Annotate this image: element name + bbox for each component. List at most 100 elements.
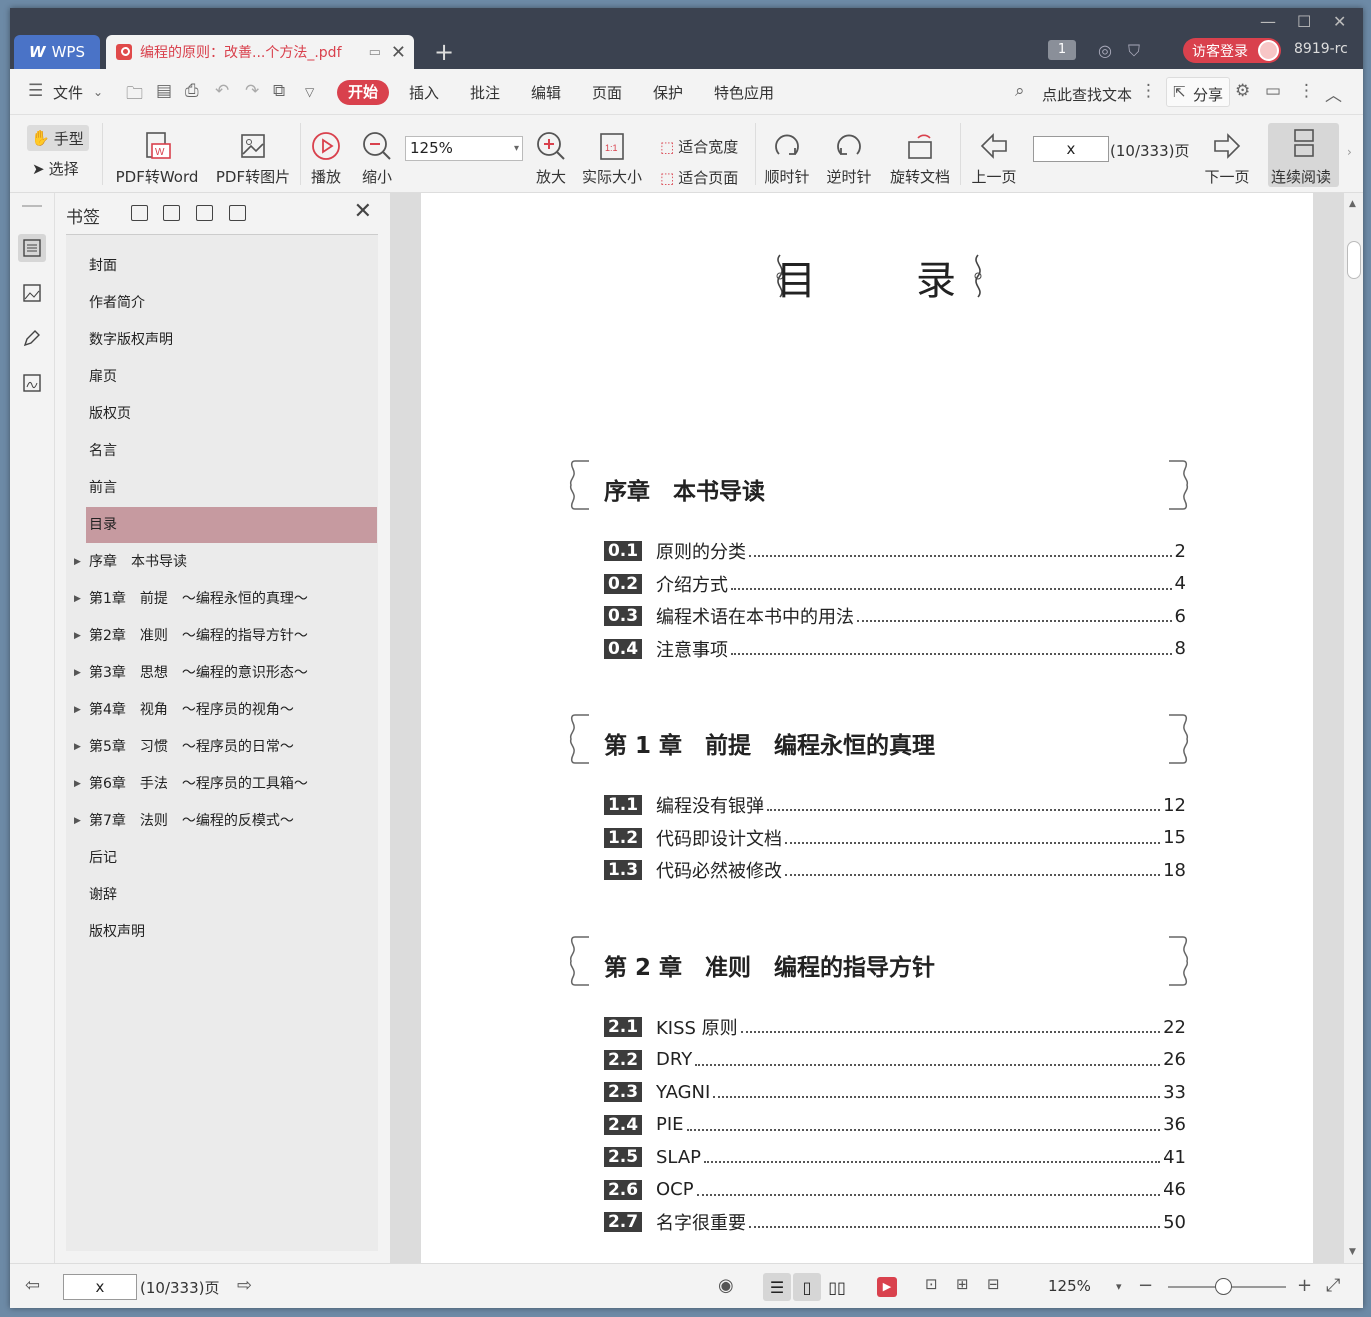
zoom-plus-icon[interactable]: + (1297, 1275, 1312, 1296)
tab-edit[interactable]: 编辑 (531, 82, 561, 103)
expand-arrow-icon[interactable]: ▶ (74, 544, 81, 580)
toc-entry[interactable]: 0.1 原则的分类 2 (604, 540, 1186, 563)
vertical-scrollbar[interactable]: ▲ ▼ (1344, 193, 1363, 1263)
zoom-dropdown-icon[interactable]: ▾ (1116, 1280, 1122, 1293)
bookmark-item[interactable]: ▶ 第6章 手法 ～程序员的工具箱～ (74, 766, 377, 802)
collapse-ribbon-icon[interactable]: ︿ (1325, 81, 1342, 106)
monitor-icon[interactable]: ▭ (369, 45, 381, 60)
expand-arrow-icon[interactable]: ▶ (74, 729, 81, 765)
export-icon[interactable]: ⧉ (273, 81, 285, 101)
bookmark-item[interactable]: ▶ 第2章 准则 ～编程的指导方针～ (74, 618, 377, 654)
bookmark-item[interactable]: 后记 (86, 840, 377, 876)
scroll-up-icon[interactable]: ▲ (1349, 199, 1356, 209)
hamburger-icon[interactable]: ☰ (28, 81, 43, 101)
more-chevron-icon[interactable]: ▽ (305, 85, 314, 99)
fullscreen-icon[interactable]: ⤢ (1326, 1275, 1340, 1296)
fit-page-button[interactable]: ⬚ 适合页面 (660, 167, 738, 188)
pdf-to-image-button[interactable]: PDF转图片 (213, 115, 293, 193)
search-text-button[interactable]: 点此查找文本 (1042, 84, 1132, 105)
window-count-badge[interactable]: 1 (1048, 40, 1076, 60)
bookmark-item[interactable]: ▶ 第7章 法则 ～编程的反模式～ (74, 803, 377, 839)
bookmark-item[interactable]: ▶ 第4章 视角 ～程序员的视角～ (74, 692, 377, 728)
new-tab-icon[interactable]: + (434, 38, 454, 66)
bookmarks-panel-button[interactable] (18, 234, 46, 262)
document-tab[interactable]: 编程的原则：改善...个方法_.pdf ▭ ✕ (106, 35, 414, 69)
select-tool-button[interactable]: ➤ 选择 (32, 158, 79, 179)
minimize-icon[interactable]: — (1260, 12, 1276, 31)
two-page-view-button[interactable]: ▯▯ (823, 1273, 851, 1301)
scrollbar-thumb[interactable] (1347, 241, 1361, 279)
close-window-icon[interactable]: ✕ (1333, 12, 1346, 31)
bookmark-item[interactable]: 目录 (86, 507, 377, 543)
collapse-all-icon[interactable] (163, 205, 180, 221)
expand-arrow-icon[interactable]: ▶ (74, 803, 81, 839)
shirt-icon[interactable]: ⛉ (1128, 41, 1140, 61)
continuous-reading-button[interactable]: 连续阅读 (1268, 123, 1339, 187)
redo-icon[interactable]: ↷ (245, 81, 259, 101)
toc-entry[interactable]: 2.1 KISS 原则 22 (604, 1016, 1186, 1039)
prev-page-button[interactable]: 上一页 (969, 115, 1019, 193)
bookmark-item[interactable]: 前言 (86, 470, 377, 506)
bookmark-item[interactable]: 扉页 (86, 359, 377, 395)
file-menu[interactable]: 文件 (53, 82, 83, 103)
expand-arrow-icon[interactable]: ▶ (74, 766, 81, 802)
fit-width-small-icon[interactable]: ⊟ (987, 1275, 1000, 1293)
expand-arrow-icon[interactable]: ▶ (74, 618, 81, 654)
zoom-slider[interactable] (1168, 1278, 1286, 1295)
more-vertical-icon[interactable]: ⋮ (1140, 81, 1157, 101)
page-number-input[interactable]: x (1033, 136, 1109, 162)
scroll-down-icon[interactable]: ▼ (1349, 1247, 1356, 1257)
toc-entry[interactable]: 2.6 OCP 46 (604, 1179, 1186, 1201)
guest-login-button[interactable]: 访客登录 (1183, 38, 1281, 63)
tab-annotate[interactable]: 批注 (470, 82, 500, 103)
next-page-small-icon[interactable]: ⇨ (237, 1275, 252, 1296)
zoom-in-button[interactable]: 放大 (531, 115, 571, 193)
next-page-button[interactable]: 下一页 (1202, 115, 1252, 193)
fit-page-small-icon[interactable]: ⊞ (956, 1275, 969, 1293)
tab-protect[interactable]: 保护 (653, 82, 683, 103)
toc-entry[interactable]: 1.3 代码必然被修改 18 (604, 859, 1186, 882)
signature-panel-button[interactable] (18, 369, 46, 397)
bookmark-item[interactable]: 谢辞 (86, 877, 377, 913)
toc-entry[interactable]: 0.4 注意事项 8 (604, 638, 1186, 661)
expand-arrow-icon[interactable]: ▶ (74, 581, 81, 617)
bookmark-item[interactable]: ▶ 序章 本书导读 (74, 544, 377, 580)
zoom-out-button[interactable]: 缩小 (359, 115, 395, 193)
toc-entry[interactable]: 0.2 介绍方式 4 (604, 573, 1186, 596)
settings-icon[interactable]: ⚙ (1235, 81, 1250, 101)
play-button[interactable]: 播放 (306, 115, 346, 193)
continuous-view-button[interactable]: ☰ (763, 1273, 791, 1301)
bookmark-item[interactable]: ▶ 第5章 习惯 ～程序员的日常～ (74, 729, 377, 765)
search-icon[interactable]: ⌕ (1015, 81, 1025, 101)
open-folder-icon[interactable]: 🗀 (126, 81, 143, 110)
annotations-panel-button[interactable] (18, 324, 46, 352)
toc-entry[interactable]: 2.5 SLAP 41 (604, 1146, 1186, 1168)
bookmark-item[interactable]: 数字版权声明 (86, 322, 377, 358)
prev-page-small-icon[interactable]: ⇦ (25, 1275, 40, 1296)
status-zoom-value[interactable]: 125% (1048, 1277, 1091, 1295)
wps-home-tab[interactable]: W WPS (14, 35, 100, 69)
rotate-document-button[interactable]: 旋转文档 (887, 115, 953, 193)
expand-arrow-icon[interactable]: ▶ (74, 655, 81, 691)
zoom-slider-knob[interactable] (1215, 1278, 1232, 1295)
bookmark-item[interactable]: 名言 (86, 433, 377, 469)
bookmark-item[interactable]: ▶ 第3章 思想 ～编程的意识形态～ (74, 655, 377, 691)
tab-start[interactable]: 开始 (337, 80, 389, 105)
tab-insert[interactable]: 插入 (409, 82, 439, 103)
undo-icon[interactable]: ↶ (215, 81, 229, 101)
share-button[interactable]: ⇱ 分享 (1166, 77, 1230, 107)
thumbnails-panel-button[interactable] (18, 279, 46, 307)
toc-entry[interactable]: 2.7 名字很重要 50 (604, 1211, 1186, 1234)
print-icon[interactable]: ⎙ (185, 81, 199, 101)
toc-entry[interactable]: 1.1 编程没有银弹 12 (604, 794, 1186, 817)
bookmark-item[interactable]: 作者简介 (86, 285, 377, 321)
rotate-clockwise-button[interactable]: 顺时针 (762, 115, 812, 193)
bookmark-item[interactable]: 封面 (86, 248, 377, 284)
save-icon[interactable]: ▤ (156, 81, 172, 101)
toc-entry[interactable]: 2.4 PIE 36 (604, 1114, 1186, 1136)
bookmark-item[interactable]: 版权页 (86, 396, 377, 432)
eye-protection-icon[interactable]: ◉ (718, 1275, 734, 1296)
rotate-counterclockwise-button[interactable]: 逆时针 (824, 115, 874, 193)
hand-tool-button[interactable]: ✋ 手型 (27, 125, 89, 151)
toc-entry[interactable]: 2.2 DRY 26 (604, 1049, 1186, 1071)
